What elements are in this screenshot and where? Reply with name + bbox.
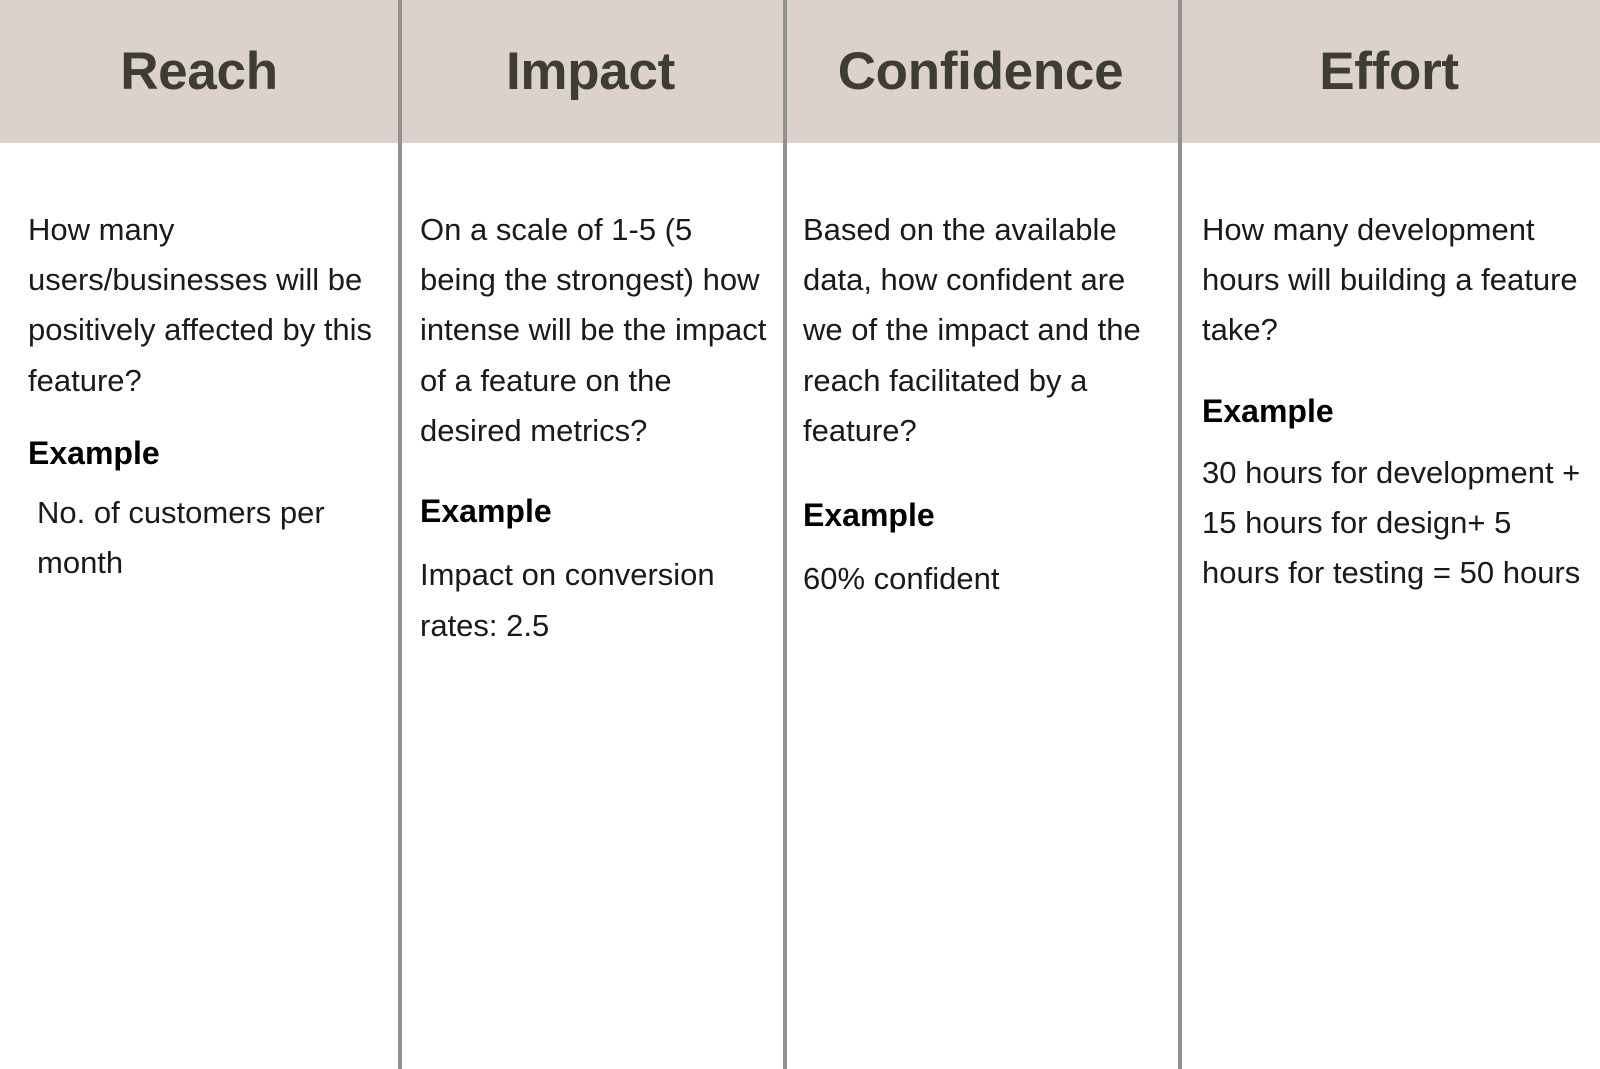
question-text-reach: How many users/businesses will be positi…	[28, 212, 373, 398]
example-value-effort: 30 hours for development + 15 hours for …	[1202, 455, 1581, 591]
example-label-impact: Example	[420, 493, 552, 530]
example-value-reach: No. of customers per month	[37, 495, 325, 581]
column-confidence: Confidence Based on the available data, …	[783, 0, 1178, 1069]
column-body-reach: How many users/businesses will be positi…	[0, 143, 398, 1069]
column-header-impact: Impact	[398, 0, 783, 143]
column-title-impact: Impact	[505, 42, 676, 101]
column-body-effort: How many development hours will building…	[1178, 143, 1600, 1069]
example-label-effort: Example	[1202, 392, 1334, 429]
column-header-reach: Reach	[0, 0, 398, 143]
example-value-impact: Impact on conversion rates: 2.5	[420, 557, 715, 643]
question-text-confidence: Based on the available data, how confide…	[803, 212, 1141, 448]
column-header-effort: Effort	[1178, 0, 1600, 143]
column-body-confidence: Based on the available data, how confide…	[783, 143, 1178, 1069]
column-title-reach: Reach	[120, 42, 278, 101]
example-value-confidence: 60% confident	[803, 561, 1000, 597]
question-text-effort: How many development hours will building…	[1202, 212, 1578, 348]
column-impact: Impact On a scale of 1-5 (5 being the st…	[398, 0, 783, 1069]
column-header-confidence: Confidence	[783, 0, 1178, 143]
column-body-impact: On a scale of 1-5 (5 being the strongest…	[398, 143, 783, 1069]
example-label-reach: Example	[28, 434, 160, 471]
column-title-effort: Effort	[1319, 42, 1459, 101]
rice-framework-table: Reach How many users/businesses will be …	[0, 0, 1600, 1069]
column-effort: Effort How many development hours will b…	[1178, 0, 1600, 1069]
question-text-impact: On a scale of 1-5 (5 being the strongest…	[420, 212, 767, 448]
column-title-confidence: Confidence	[837, 42, 1124, 101]
example-label-confidence: Example	[803, 497, 935, 534]
column-reach: Reach How many users/businesses will be …	[0, 0, 398, 1069]
